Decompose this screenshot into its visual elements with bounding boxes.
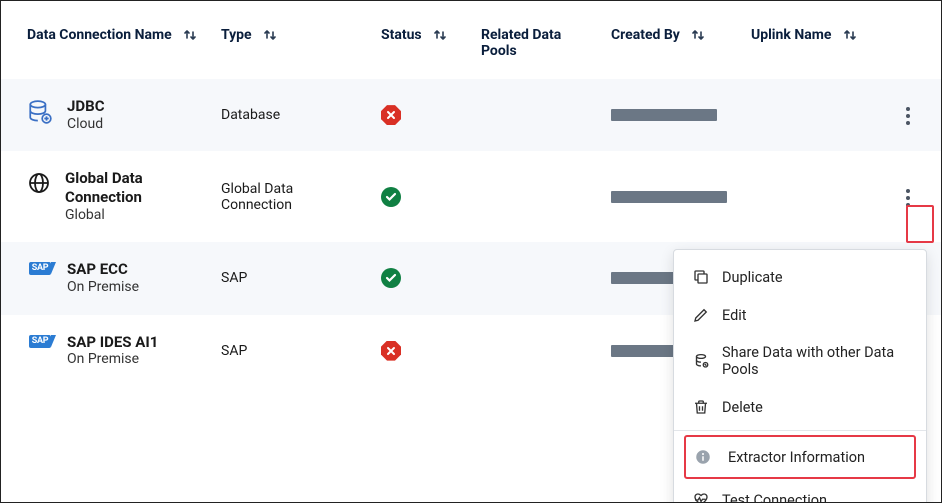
menu-item-test[interactable]: Test Connection	[674, 481, 926, 503]
share-icon	[692, 352, 710, 370]
connection-sub: Cloud	[67, 116, 105, 134]
column-header-status[interactable]: Status	[371, 1, 471, 79]
connection-type: Global Data Connection	[211, 151, 371, 242]
connection-type: Database	[211, 79, 371, 151]
status-ok-icon	[381, 268, 401, 288]
annotation-highlight	[906, 205, 934, 243]
globe-icon	[27, 171, 51, 195]
menu-item-share[interactable]: Share Data with other Data Pools	[674, 334, 926, 388]
column-header-uplink[interactable]: Uplink Name	[741, 1, 881, 79]
created-by-placeholder	[611, 191, 727, 203]
connection-sub: On Premise	[67, 351, 158, 369]
menu-item-delete[interactable]: Delete	[674, 388, 926, 426]
connection-name: JDBC	[67, 97, 105, 116]
connection-type: SAP	[211, 315, 371, 387]
status-ok-icon	[381, 187, 401, 207]
status-error-icon	[381, 341, 401, 361]
connection-name: SAP IDES AI1	[67, 333, 158, 352]
menu-item-extractor[interactable]: Extractor Information	[686, 437, 914, 477]
row-actions-menu: Duplicate Edit Share Data with other Dat…	[673, 249, 927, 503]
column-header-type[interactable]: Type	[211, 1, 371, 79]
column-header-createdby[interactable]: Created By	[601, 1, 741, 79]
column-header-name[interactable]: Data Connection Name	[1, 1, 211, 79]
sort-icon[interactable]	[433, 28, 447, 42]
menu-divider	[674, 430, 926, 431]
connection-sub: Global	[65, 207, 201, 225]
menu-item-edit[interactable]: Edit	[674, 296, 926, 334]
duplicate-icon	[692, 268, 710, 286]
connection-type: SAP	[211, 242, 371, 314]
info-icon	[694, 447, 712, 467]
sort-icon[interactable]	[843, 28, 857, 42]
connection-name: Global Data Connection	[65, 169, 201, 207]
database-icon	[27, 99, 53, 125]
heartbeat-icon	[692, 491, 710, 503]
sort-icon[interactable]	[263, 28, 277, 42]
sap-icon: SAP	[27, 262, 53, 275]
delete-icon	[692, 398, 710, 416]
status-error-icon	[381, 105, 401, 125]
sort-icon[interactable]	[183, 28, 197, 42]
connection-sub: On Premise	[67, 279, 139, 297]
edit-icon	[692, 306, 710, 324]
menu-item-duplicate[interactable]: Duplicate	[674, 258, 926, 296]
sort-icon[interactable]	[691, 28, 705, 42]
table-row[interactable]: JDBC Cloud Database	[1, 79, 941, 151]
row-actions-button[interactable]	[897, 101, 919, 131]
table-row[interactable]: Global Data Connection Global Global Dat…	[1, 151, 941, 242]
annotation-highlight: Extractor Information	[684, 435, 916, 479]
created-by-placeholder	[611, 345, 677, 357]
created-by-placeholder	[611, 109, 717, 121]
sap-icon: SAP	[27, 335, 53, 348]
column-header-pools: Related Data Pools	[471, 1, 601, 79]
connection-name: SAP ECC	[67, 260, 139, 279]
